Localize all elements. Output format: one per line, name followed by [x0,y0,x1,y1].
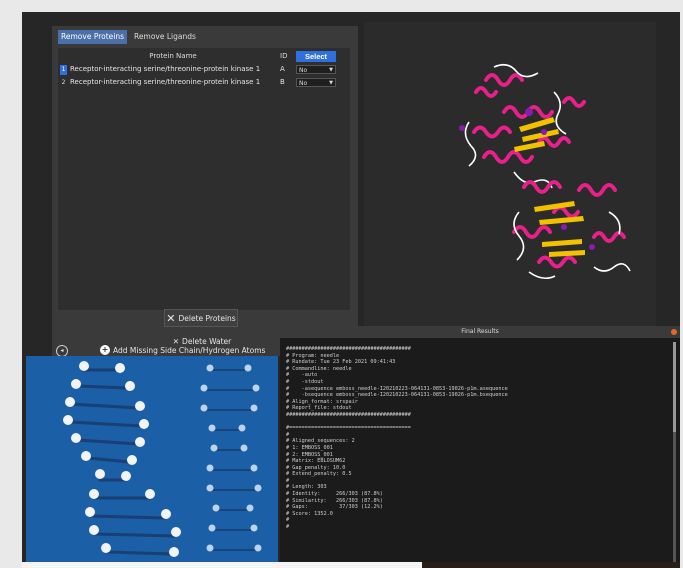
results-line: # Gaps: 37/303 (12.2%) [286,504,383,511]
row-number[interactable]: 2 [60,78,67,88]
protein-prep-panel: Remove Proteins Remove Ligands Protein N… [52,26,358,356]
plus-icon: + [100,345,110,355]
remove-select-dropdown[interactable]: No ▼ [296,65,336,74]
chain-id: A [280,65,285,73]
dna-helix-image [63,361,262,557]
protein-chain-lower [512,180,631,280]
results-line: # [286,517,290,524]
results-scrollbar-thumb[interactable] [673,342,676,432]
results-line: #======================================= [286,425,411,432]
close-icon: ✕ [166,311,176,325]
dropdown-value: No [299,67,308,74]
column-header-protein-name: Protein Name [149,52,197,60]
protein-name: Receptor-interacting serine/threonine-pr… [70,65,261,73]
results-line [286,419,666,426]
close-icon[interactable] [671,329,677,335]
protein-name: Receptor-interacting serine/threonine-pr… [70,78,261,86]
chevron-down-icon: ▼ [329,67,333,73]
tab-remove-proteins[interactable]: Remove Proteins [58,30,128,44]
results-line: # Length: 303 [286,484,327,491]
bottom-strip [22,562,422,568]
dropdown-value: No [299,80,308,87]
final-results-window: Final Results ##########################… [280,326,680,562]
results-line: # -stdout [286,378,324,385]
column-header-id: ID [280,52,288,60]
results-line: # Extend_penalty: 0.5 [286,471,352,478]
results-line: # Rundate: Tue 23 Feb 2021 09:41:43 [286,359,396,366]
table-header: Protein Name ID Select [58,50,350,64]
select-button[interactable]: Select [296,51,336,62]
results-line: # Program: needle [286,352,340,359]
results-line: # Identity: 266/303 (87.8%) [286,491,383,498]
results-line: # 2: EMBOSS_001 [286,451,333,458]
protein-chain-upper [459,63,586,189]
table-row[interactable]: 2 Receptor-interacting serine/threonine-… [58,77,350,89]
results-titlebar: Final Results [280,326,680,338]
results-line: ######################################## [286,411,411,418]
protein-structure-render [459,63,631,280]
results-line: # -bsequence emboss_needle-I20210223-064… [286,392,508,399]
table-row[interactable]: 1 Receptor-interacting serine/threonine-… [58,64,350,76]
results-line: # Aligned_sequences: 2 [286,438,355,445]
app-window: Remove Proteins Remove Ligands Protein N… [22,12,680,562]
dna-illustration [26,356,278,562]
results-line: # Similarity: 266/303 (87.8%) [286,497,383,504]
results-line: # Gap_penalty: 10.0 [286,464,346,471]
bottom-strip-dark [422,562,680,568]
results-line: # Report_file: stdout [286,405,352,412]
add-missing-atoms-button[interactable]: + Add Missing Side Chain/Hydrogen Atoms [100,345,265,355]
tab-remove-ligands[interactable]: Remove Ligands [131,30,199,44]
results-line: # -auto [286,372,318,379]
delete-proteins-label: Delete Proteins [178,313,236,323]
results-title: Final Results [461,328,499,335]
delete-proteins-button[interactable]: ✕ Delete Proteins [164,309,238,327]
add-missing-label: Add Missing Side Chain/Hydrogen Atoms [113,345,266,355]
results-line: # [286,477,290,484]
chevron-down-icon: ▼ [329,80,333,86]
results-line: # Commandline: needle [286,365,352,372]
results-line: # [286,431,290,438]
protein-3d-viewer[interactable] [364,22,656,340]
results-line: # [286,524,290,531]
results-output: ########################################… [286,346,666,560]
results-line: # -asequence emboss_needle-I20210223-064… [286,385,508,392]
protein-table: Protein Name ID Select 1 Receptor-intera… [58,48,350,310]
chain-id: B [280,78,285,86]
remove-select-dropdown[interactable]: No ▼ [296,78,336,87]
results-line: # 1: EMBOSS_001 [286,444,333,451]
results-line: # Align_format: srspair [286,398,358,405]
results-line: # Score: 1352.0 [286,510,333,517]
results-line: # Matrix: EBLOSUM62 [286,458,346,465]
tab-bar: Remove Proteins Remove Ligands [58,30,199,44]
results-line: ######################################## [286,346,411,352]
row-number[interactable]: 1 [60,65,67,75]
